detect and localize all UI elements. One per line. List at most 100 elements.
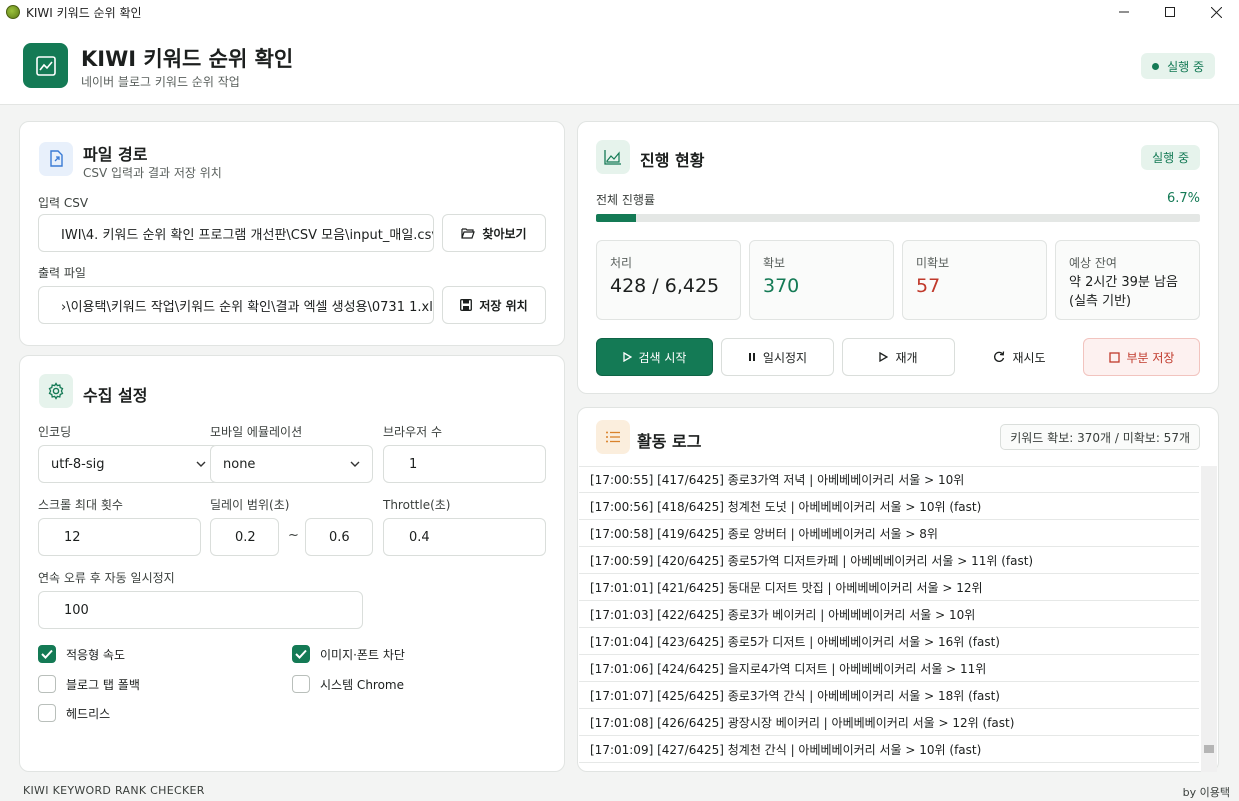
unsecured-label: 미확보 xyxy=(916,256,950,270)
block-media-checkbox[interactable]: 이미지·폰트 차단 xyxy=(292,645,405,663)
system-chrome-label: 시스템 Chrome xyxy=(320,677,405,692)
secured-label: 확보 xyxy=(763,256,786,270)
log-row: [17:00:55] [417/6425] 종로3가역 저녁 | 아베베베이커리… xyxy=(579,466,1199,493)
app-logo xyxy=(23,43,68,88)
scroll-max-label: 스크롤 최대 횟수 xyxy=(38,498,123,512)
secured-stat: 확보 370 xyxy=(749,240,894,320)
checkbox-unchecked-icon xyxy=(292,675,310,693)
app-header: KIWI 키워드 순위 확인 네이버 블로그 키워드 순위 작업 실행 중 xyxy=(0,24,1239,105)
blog-tab-fallback-label: 블로그 탭 폴백 xyxy=(66,677,140,692)
file-export-icon xyxy=(50,150,63,167)
chart-logo-icon xyxy=(35,55,56,76)
encoding-select-value: utf-8-sig xyxy=(51,456,105,472)
checkbox-checked-icon xyxy=(292,645,310,663)
resume-button[interactable]: 재개 xyxy=(842,338,955,376)
scroll-max-field[interactable]: 12 xyxy=(38,518,201,556)
window-title: KIWI 키워드 순위 확인 xyxy=(26,5,142,20)
unsecured-value: 57 xyxy=(916,275,941,297)
log-row: [17:01:07] [425/6425] 종로3가역 간식 | 아베베베이커리… xyxy=(579,682,1199,709)
close-icon xyxy=(1210,6,1222,18)
log-summary-badge: 키워드 확보: 370개 / 미확보: 57개 xyxy=(1000,424,1200,450)
mobile-emulation-label: 모바일 에뮬레이션 xyxy=(210,425,303,439)
minimize-button[interactable] xyxy=(1101,0,1147,24)
folder-open-icon xyxy=(461,228,476,239)
log-row: [17:01:04] [423/6425] 종로5가 디저트 | 아베베베이커리… xyxy=(579,628,1199,655)
output-file-label: 출력 파일 xyxy=(38,266,86,280)
throttle-field[interactable]: 0.4 xyxy=(383,518,546,556)
log-scrollbar-thumb[interactable] xyxy=(1204,745,1214,753)
running-status-badge: 실행 중 xyxy=(1141,53,1215,79)
log-list[interactable]: [17:00:55] [417/6425] 종로3가역 저녁 | 아베베베이커리… xyxy=(579,466,1199,772)
activity-log-card: 활동 로그 키워드 확보: 370개 / 미확보: 57개 [17:00:55]… xyxy=(577,407,1219,772)
save-location-button[interactable]: 저장 위치 xyxy=(442,286,546,324)
retry-button[interactable]: 재시도 xyxy=(963,338,1076,376)
close-window-button[interactable] xyxy=(1193,0,1239,24)
partial-save-button[interactable]: 부분 저장 xyxy=(1083,338,1200,376)
file-path-card: 파일 경로 CSV 입력과 결과 저장 위치 입력 CSV IWI\4. 키워드… xyxy=(19,121,565,346)
processed-label: 처리 xyxy=(610,256,633,270)
browse-button[interactable]: 찾아보기 xyxy=(442,214,546,252)
eta-label: 예상 잔여 xyxy=(1069,256,1117,270)
kiwi-app-icon xyxy=(6,5,20,19)
blog-tab-fallback-checkbox[interactable]: 블로그 탭 폴백 xyxy=(38,675,140,693)
app-subtitle: 네이버 블로그 키워드 순위 작업 xyxy=(81,75,240,89)
play-icon xyxy=(879,352,889,362)
checkbox-unchecked-icon xyxy=(38,704,56,722)
footer-brand: KIWI KEYWORD RANK CHECKER xyxy=(23,784,205,797)
file-path-title: 파일 경로 xyxy=(83,145,148,164)
eta-stat: 예상 잔여 약 2시간 39분 남음 (실측 기반) xyxy=(1055,240,1200,320)
browser-count-label: 브라우저 수 xyxy=(383,425,443,439)
chevron-down-icon xyxy=(196,461,206,467)
processed-value: 428 / 6,425 xyxy=(610,275,720,297)
stop-square-icon xyxy=(1108,351,1120,363)
file-path-icon-box xyxy=(39,142,73,176)
overall-progress-fill xyxy=(596,214,637,222)
unsecured-stat: 미확보 57 xyxy=(902,240,1047,320)
play-icon xyxy=(622,352,632,362)
log-scrollbar[interactable] xyxy=(1201,466,1217,772)
log-row: [17:00:58] [419/6425] 종로 앙버터 | 아베베베이커리 서… xyxy=(579,520,1199,547)
footer-author: by 이용택 xyxy=(1182,786,1230,799)
encoding-label: 인코딩 xyxy=(38,425,72,439)
eta-value: 약 2시간 39분 남음 (실측 기반) xyxy=(1069,273,1178,311)
log-row: [17:01:06] [424/6425] 을지로4가역 디저트 | 아베베베이… xyxy=(579,655,1199,682)
save-disk-icon xyxy=(460,299,473,311)
pause-button[interactable]: 일시정지 xyxy=(721,338,834,376)
gear-icon xyxy=(48,382,64,400)
output-file-field[interactable]: ›\이용택\키워드 작업\키워드 순위 확인\결과 엑셀 생성용\0731 1.… xyxy=(38,286,434,324)
headless-label: 헤드리스 xyxy=(66,706,111,721)
headless-checkbox[interactable]: 헤드리스 xyxy=(38,704,110,722)
secured-value: 370 xyxy=(763,275,800,297)
mobile-emulation-value: none xyxy=(223,456,256,472)
partial-save-label: 부분 저장 xyxy=(1126,350,1175,365)
overall-progress-bar xyxy=(596,214,1200,222)
delay-max-field[interactable]: 0.6 xyxy=(305,518,373,556)
settings-icon-box xyxy=(39,374,73,408)
encoding-select[interactable]: utf-8-sig xyxy=(38,445,219,483)
system-chrome-checkbox[interactable]: 시스템 Chrome xyxy=(292,675,404,693)
app-title: KIWI 키워드 순위 확인 xyxy=(81,47,294,71)
input-csv-label: 입력 CSV xyxy=(38,196,89,210)
eta-value-line1: 약 2시간 39분 남음 xyxy=(1069,275,1178,290)
adaptive-speed-checkbox[interactable]: 적응형 속도 xyxy=(38,645,125,663)
activity-log-title: 활동 로그 xyxy=(637,432,702,451)
input-csv-field[interactable]: IWI\4. 키워드 순위 확인 프로그램 개선판\CSV 모음\input_매… xyxy=(38,214,434,252)
browser-count-field[interactable]: 1 xyxy=(383,445,546,483)
auto-pause-label: 연속 오류 후 자동 일시정지 xyxy=(38,571,175,585)
maximize-button[interactable] xyxy=(1147,0,1193,24)
mobile-emulation-select[interactable]: none xyxy=(210,445,373,483)
resume-label: 재개 xyxy=(895,350,918,365)
maximize-icon xyxy=(1165,7,1175,17)
settings-title: 수집 설정 xyxy=(83,386,148,405)
overall-progress-percent: 6.7% xyxy=(1166,191,1200,206)
retry-label: 재시도 xyxy=(1012,350,1046,365)
log-row: [17:00:59] [420/6425] 종로5가역 디저트카페 | 아베베베… xyxy=(579,547,1199,574)
checkbox-checked-icon xyxy=(38,645,56,663)
processed-stat: 처리 428 / 6,425 xyxy=(596,240,741,320)
progress-status-label: 실행 중 xyxy=(1152,151,1189,165)
delay-min-field[interactable]: 0.2 xyxy=(210,518,279,556)
pause-icon xyxy=(748,353,755,361)
auto-pause-field[interactable]: 100 xyxy=(38,591,363,629)
block-media-label: 이미지·폰트 차단 xyxy=(320,647,405,662)
start-search-button[interactable]: 검색 시작 xyxy=(596,338,713,376)
